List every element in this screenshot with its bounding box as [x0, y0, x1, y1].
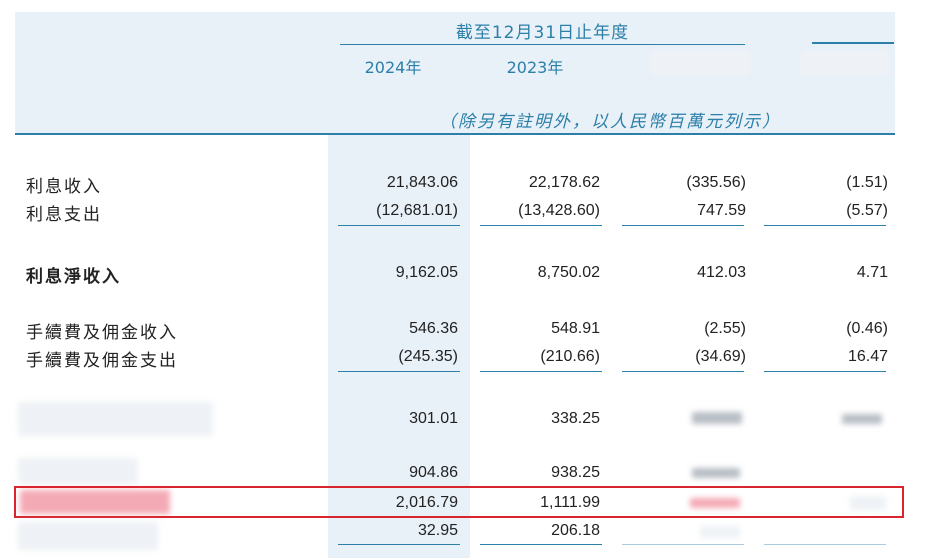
blurred-cell [700, 526, 740, 538]
cell-change: (34.69) [695, 348, 746, 365]
row-label-interest-income: 利息收入 [26, 177, 102, 197]
subtotal-rule [480, 544, 602, 545]
subtotal-rule [480, 225, 602, 226]
cell-2023: 8,750.02 [537, 264, 600, 281]
blurred-row-label [18, 402, 213, 436]
year-2023: 2023年 [506, 58, 564, 77]
cell-2023: 938.25 [551, 464, 600, 481]
subtotal-rule [764, 544, 886, 545]
cell-change: 412.03 [697, 264, 746, 281]
cell-2024: (245.35) [398, 348, 458, 365]
cell-pct: 4.71 [856, 264, 888, 281]
unit-note: （除另有註明外，以人民幣百萬元列示） [439, 112, 781, 132]
blurred-cell [692, 468, 740, 478]
period-heading: 截至12月31日止年度 [455, 23, 630, 43]
cell-2024: 21,843.06 [386, 174, 458, 191]
cell-change: 747.59 [697, 202, 746, 219]
subtotal-rule [764, 371, 886, 372]
blurred-row-label [18, 458, 138, 484]
row-label-net-interest-income: 利息淨收入 [26, 267, 121, 287]
period-underline [340, 44, 745, 45]
subtotal-rule [622, 225, 744, 226]
blurred-header-cell [650, 50, 750, 76]
blurred-cell [842, 414, 882, 424]
blurred-header-cell [800, 50, 890, 76]
subtotal-rule [622, 371, 744, 372]
cell-2023: (13,428.60) [518, 202, 600, 219]
highlight-box [14, 486, 904, 518]
cell-2023: 22,178.62 [528, 174, 600, 191]
cell-pct: (5.57) [846, 202, 888, 219]
cell-change: (2.55) [704, 320, 746, 337]
row-label-interest-expense: 利息支出 [26, 205, 102, 225]
row-label-fee-income: 手續費及佣金收入 [26, 323, 178, 343]
cell-pct: 16.47 [847, 348, 888, 365]
cell-2024: 546.36 [409, 320, 458, 337]
subtotal-rule [338, 544, 460, 545]
blurred-cell [692, 412, 742, 424]
subtotal-rule [480, 371, 602, 372]
subtotal-rule [622, 544, 744, 545]
cell-2023: 206.18 [551, 522, 600, 539]
year-2024: 2024年 [364, 58, 422, 77]
cell-2024: 9,162.05 [395, 264, 458, 281]
header-bottom-rule [15, 133, 895, 135]
subtotal-rule [338, 225, 460, 226]
cell-2023: (210.66) [540, 348, 600, 365]
row-label-fee-expense: 手續費及佣金支出 [26, 351, 178, 371]
cell-2023: 548.91 [551, 320, 600, 337]
cell-pct: (0.46) [846, 320, 888, 337]
subtotal-rule [764, 225, 886, 226]
blurred-row-label [18, 522, 158, 550]
cell-pct: (1.51) [846, 174, 888, 191]
cell-2023: 338.25 [551, 410, 600, 427]
cell-2024: (12,681.01) [376, 202, 458, 219]
cell-2024: 904.86 [409, 464, 458, 481]
cell-change: (335.56) [686, 174, 746, 191]
cell-2024: 32.95 [417, 522, 458, 539]
header-rule-right [812, 42, 894, 44]
subtotal-rule [338, 371, 460, 372]
cell-2024: 301.01 [409, 410, 458, 427]
